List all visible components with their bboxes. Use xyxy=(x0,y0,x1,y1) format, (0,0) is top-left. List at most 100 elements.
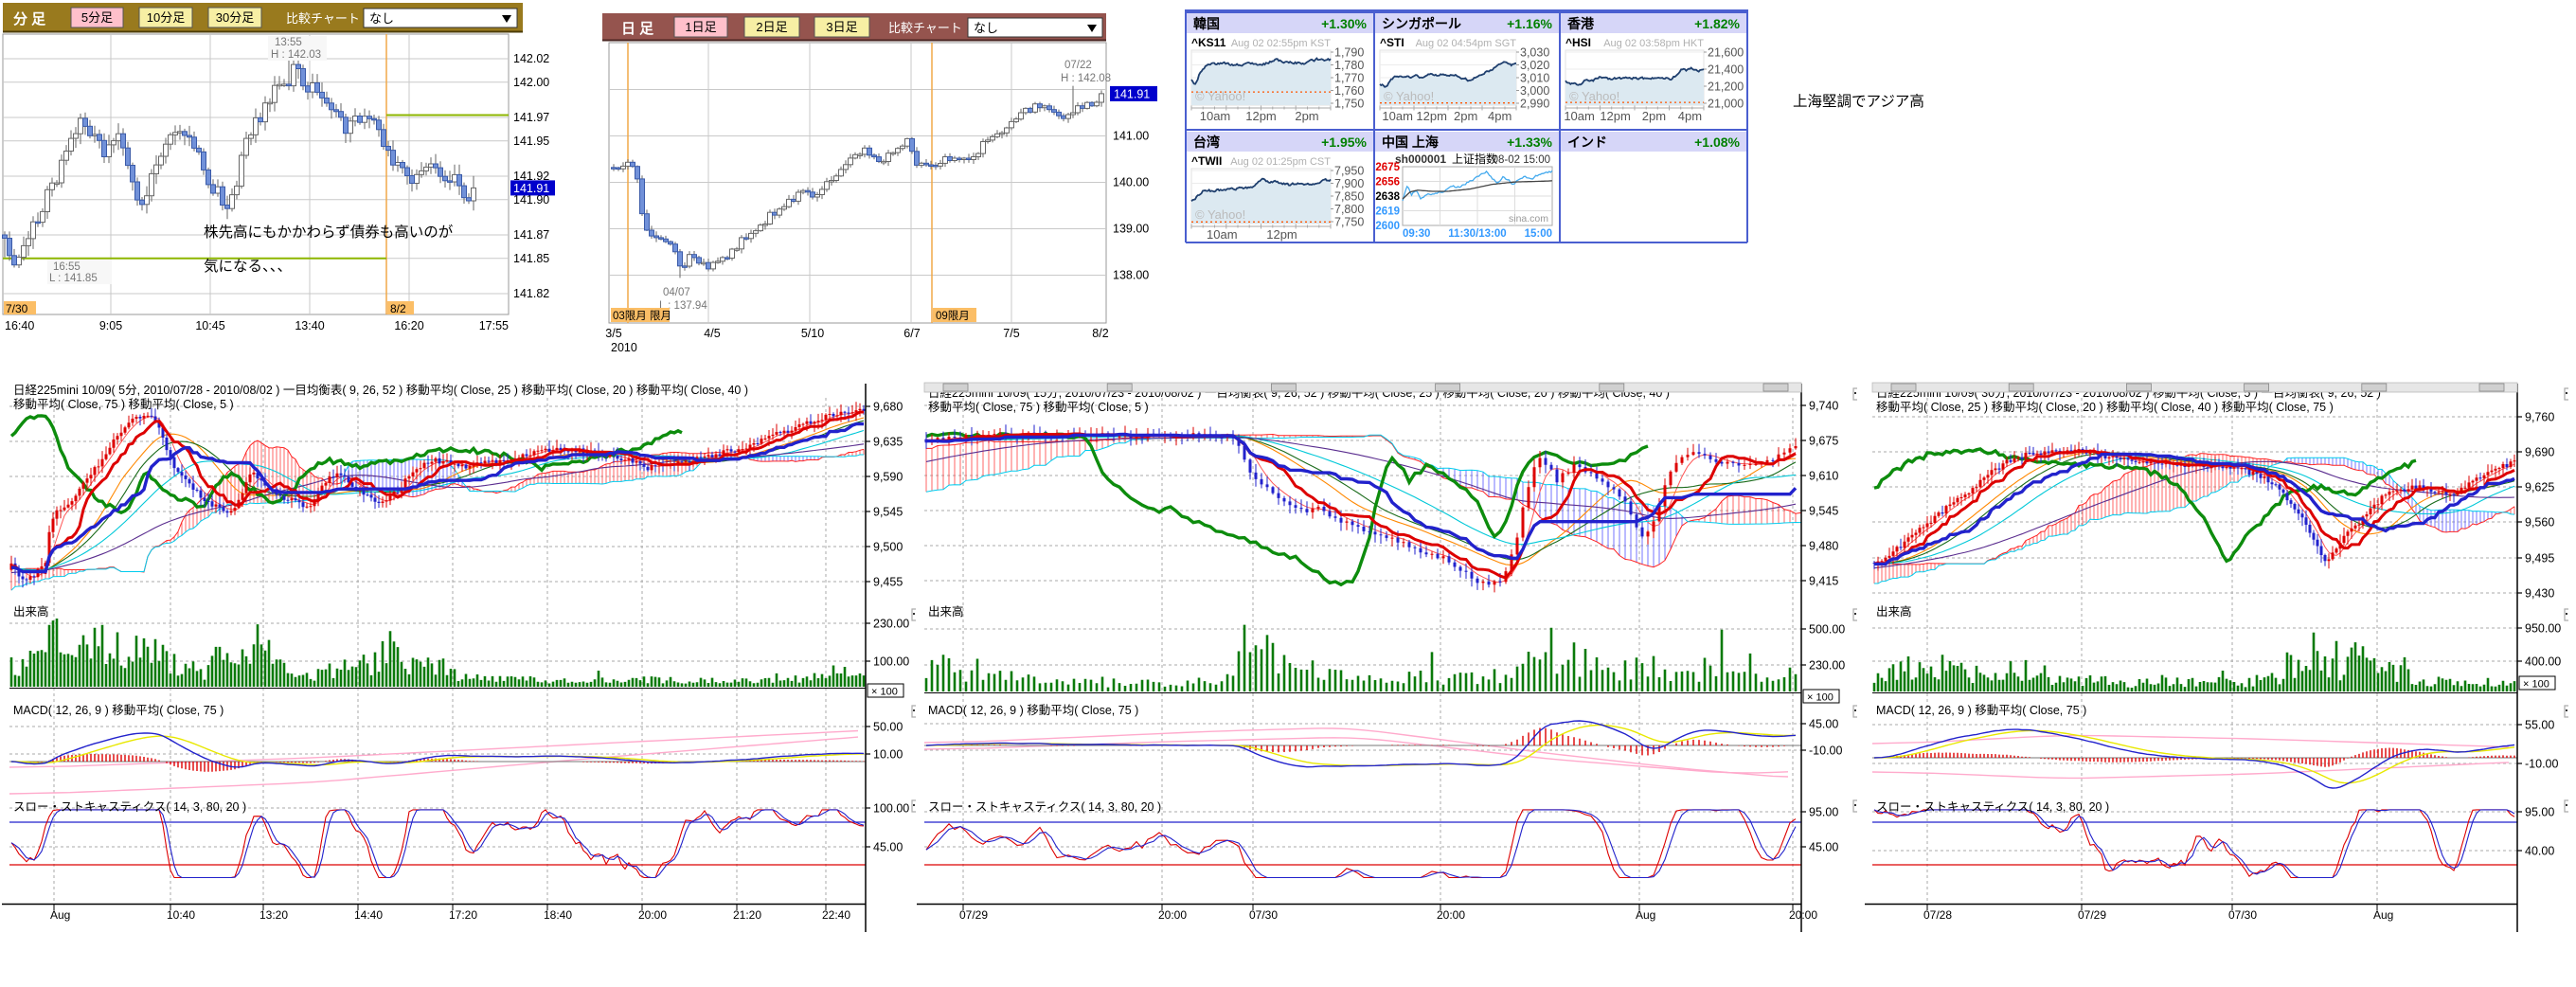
svg-text:9,610: 9,610 xyxy=(1809,470,1838,483)
svg-text:21:20: 21:20 xyxy=(733,908,761,922)
svg-text:18:40: 18:40 xyxy=(544,908,572,922)
svg-text:12pm: 12pm xyxy=(1245,109,1277,123)
svg-text:上证指数: 上证指数 xyxy=(1452,152,1497,166)
svg-text:950.00: 950.00 xyxy=(2525,622,2561,636)
svg-text:9,625: 9,625 xyxy=(2525,481,2554,494)
svg-text:2日足: 2日足 xyxy=(756,20,787,34)
svg-text:日経225mini 10/09( 5分, 2010/07/2: 日経225mini 10/09( 5分, 2010/07/28 - 2010/0… xyxy=(13,384,748,397)
svg-text:シンガポール: シンガポール xyxy=(1382,16,1461,31)
svg-text:× 100: × 100 xyxy=(1807,692,1834,704)
svg-text:140.00: 140.00 xyxy=(1113,176,1149,189)
svg-text:インド: インド xyxy=(1567,135,1607,150)
svg-text:9,680: 9,680 xyxy=(873,401,903,414)
svg-text:1,790: 1,790 xyxy=(1334,46,1364,60)
svg-text:© Yahoo!: © Yahoo! xyxy=(1384,89,1434,103)
svg-text:9,690: 9,690 xyxy=(2525,446,2554,459)
svg-text:Aug: Aug xyxy=(2373,908,2393,922)
svg-text:21,600: 21,600 xyxy=(1708,46,1744,60)
svg-text:21,400: 21,400 xyxy=(1708,63,1744,77)
svg-text:9,740: 9,740 xyxy=(1809,400,1838,413)
svg-text:13:40: 13:40 xyxy=(295,319,324,332)
svg-text:^TWII: ^TWII xyxy=(1191,154,1222,168)
svg-text:日 足: 日 足 xyxy=(621,21,654,37)
svg-text:3,010: 3,010 xyxy=(1520,72,1549,85)
svg-text:9,545: 9,545 xyxy=(873,506,903,519)
svg-text:141.85: 141.85 xyxy=(513,252,549,265)
svg-text:+1.08%: +1.08% xyxy=(1694,135,1740,150)
svg-text:+1.16%: +1.16% xyxy=(1507,16,1552,31)
svg-text:分 足: 分 足 xyxy=(13,11,46,27)
svg-text:移動平均( Close, 75 ) 移動平均( Clos: 移動平均( Close, 75 ) 移動平均( Close, 5 ) xyxy=(13,398,234,411)
svg-text:4pm: 4pm xyxy=(1678,109,1702,123)
svg-text:^HSI: ^HSI xyxy=(1565,36,1591,49)
svg-text:5/10: 5/10 xyxy=(801,327,824,340)
svg-text:+1.82%: +1.82% xyxy=(1694,16,1740,31)
svg-text:2pm: 2pm xyxy=(1642,109,1666,123)
svg-text:^KS11: ^KS11 xyxy=(1191,36,1226,49)
svg-text:9,545: 9,545 xyxy=(1809,505,1838,518)
svg-text:1,760: 1,760 xyxy=(1334,84,1364,98)
svg-text:× 100: × 100 xyxy=(871,687,898,698)
svg-text:14:40: 14:40 xyxy=(354,908,383,922)
svg-text:141.91: 141.91 xyxy=(1114,87,1150,100)
svg-text:20:00: 20:00 xyxy=(1789,908,1817,922)
svg-text:3,000: 3,000 xyxy=(1520,84,1549,98)
svg-text:2619: 2619 xyxy=(1375,206,1400,218)
svg-text:11:30/13:00: 11:30/13:00 xyxy=(1448,228,1506,240)
svg-text:10am: 10am xyxy=(1564,109,1595,123)
svg-text:4pm: 4pm xyxy=(1488,109,1512,123)
svg-text:12pm: 12pm xyxy=(1416,109,1447,123)
svg-text:55.00: 55.00 xyxy=(2525,719,2554,732)
svg-text:10分足: 10分足 xyxy=(147,10,185,25)
svg-text:Aug: Aug xyxy=(50,908,70,922)
svg-text:2656: 2656 xyxy=(1375,177,1400,188)
svg-text:22:40: 22:40 xyxy=(822,908,850,922)
svg-text:2638: 2638 xyxy=(1375,191,1400,203)
svg-text:20:00: 20:00 xyxy=(638,908,667,922)
svg-text:出来高: 出来高 xyxy=(13,604,49,619)
svg-text:139.00: 139.00 xyxy=(1113,223,1149,236)
svg-text:21,200: 21,200 xyxy=(1708,81,1744,94)
svg-text:20:00: 20:00 xyxy=(1158,908,1187,922)
svg-text:12pm: 12pm xyxy=(1600,109,1631,123)
svg-text:3,030: 3,030 xyxy=(1520,46,1549,60)
svg-text:17:55: 17:55 xyxy=(479,319,509,332)
svg-text:9:05: 9:05 xyxy=(99,319,122,332)
svg-text:09限月: 09限月 xyxy=(936,310,970,322)
svg-text:比較チャート: 比較チャート xyxy=(888,21,962,35)
svg-text:3/5: 3/5 xyxy=(605,327,621,340)
svg-text:10:45: 10:45 xyxy=(195,319,224,332)
svg-text:MACD( 12, 26, 9 ) 移動平均( Clo: MACD( 12, 26, 9 ) 移動平均( Close, 75 ) xyxy=(13,704,224,717)
svg-text:230.00: 230.00 xyxy=(873,618,909,631)
svg-text:1日足: 1日足 xyxy=(685,20,716,34)
svg-text:95.00: 95.00 xyxy=(1809,806,1838,819)
svg-text:H : 142.08: H : 142.08 xyxy=(1061,73,1111,84)
svg-text:+1.95%: +1.95% xyxy=(1321,135,1367,150)
svg-text:+1.33%: +1.33% xyxy=(1507,135,1552,150)
svg-text:16:20: 16:20 xyxy=(394,319,423,332)
svg-text:出来高: 出来高 xyxy=(928,604,964,619)
svg-text:© Yahoo!: © Yahoo! xyxy=(1569,89,1619,103)
svg-text:400.00: 400.00 xyxy=(2525,655,2561,669)
svg-text:2010: 2010 xyxy=(611,341,637,354)
svg-text:2pm: 2pm xyxy=(1454,109,1477,123)
svg-text:07/28: 07/28 xyxy=(1923,908,1952,922)
svg-text:© Yahoo!: © Yahoo! xyxy=(1195,89,1245,103)
svg-text:Aug 02 04:54pm SGT: Aug 02 04:54pm SGT xyxy=(1416,38,1517,49)
svg-text:9,455: 9,455 xyxy=(873,576,903,589)
svg-text:© Yahoo!: © Yahoo! xyxy=(1195,207,1245,222)
svg-text:10am: 10am xyxy=(1200,109,1231,123)
svg-text:142.00: 142.00 xyxy=(513,76,549,89)
svg-text:7/30: 7/30 xyxy=(6,302,28,315)
svg-text:07/30: 07/30 xyxy=(1249,908,1278,922)
svg-text:20:00: 20:00 xyxy=(1437,908,1465,922)
svg-text:30分足: 30分足 xyxy=(216,10,254,25)
svg-text:3,020: 3,020 xyxy=(1520,59,1549,72)
svg-text:台湾: 台湾 xyxy=(1193,135,1220,150)
svg-text:なし: なし xyxy=(369,11,394,26)
svg-text:韓国: 韓国 xyxy=(1193,16,1220,31)
svg-text:95.00: 95.00 xyxy=(2525,806,2554,819)
svg-text:50.00: 50.00 xyxy=(873,721,903,734)
svg-text:MACD( 12, 26, 9 ) 移動平均( Clo: MACD( 12, 26, 9 ) 移動平均( Close, 75 ) xyxy=(928,704,1138,717)
svg-text:比較チャート: 比較チャート xyxy=(286,11,360,26)
